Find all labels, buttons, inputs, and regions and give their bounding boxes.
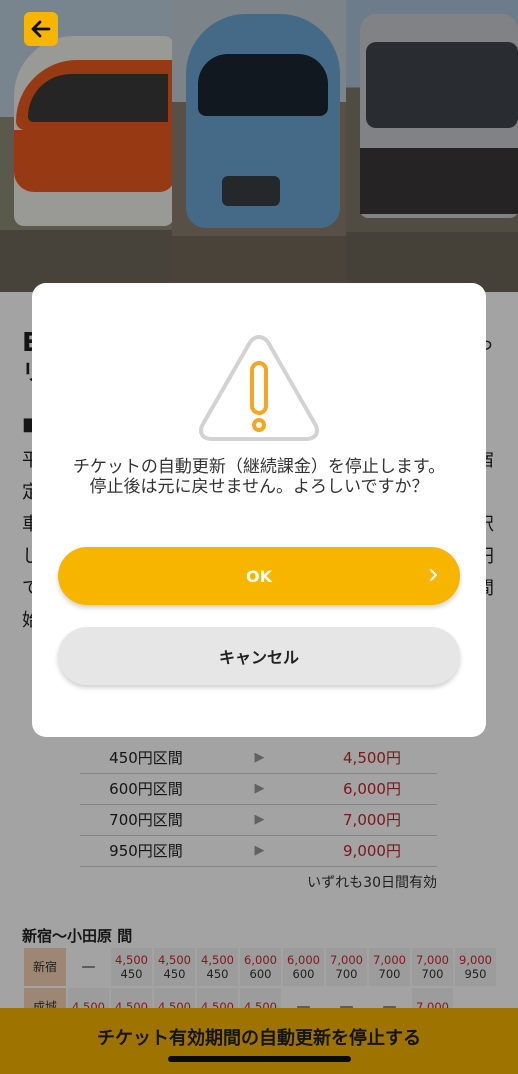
- dialog-message: チケットの自動更新（継続課金）を停止します。停止後は元に戻せません。よろしいです…: [72, 457, 446, 497]
- cancel-button[interactable]: キャンセル: [58, 627, 460, 685]
- confirm-dialog: チケットの自動更新（継続課金）を停止します。停止後は元に戻せません。よろしいです…: [32, 283, 486, 737]
- chevron-right-icon: [430, 569, 437, 581]
- arrow-left-icon: [31, 20, 51, 38]
- back-button[interactable]: [24, 12, 58, 46]
- warning-triangle-icon: [199, 335, 319, 441]
- ok-button-label: OK: [246, 566, 272, 586]
- ok-button[interactable]: OK: [58, 547, 460, 605]
